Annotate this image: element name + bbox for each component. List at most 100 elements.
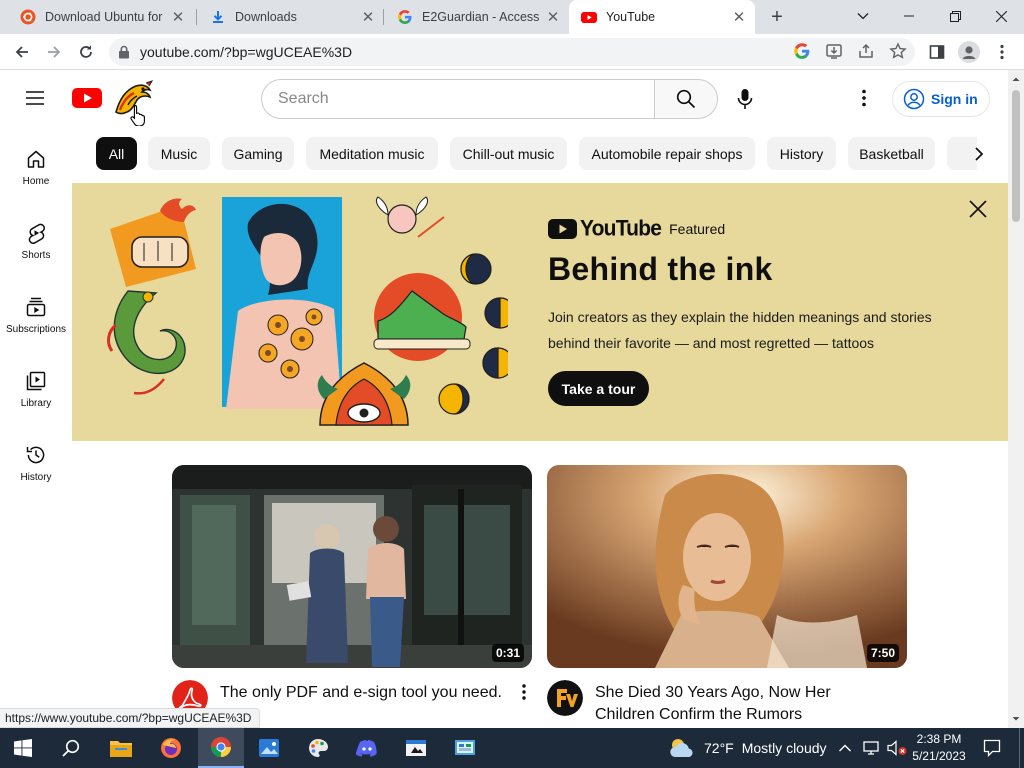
chip-meditation-music[interactable]: Meditation music [306, 137, 438, 170]
minimize-icon [904, 15, 914, 17]
take-a-tour-button[interactable]: Take a tour [548, 371, 649, 406]
subscriptions-icon [26, 297, 46, 317]
ubuntu-icon [20, 9, 36, 25]
youtube-logo-icon [548, 219, 577, 239]
home-icon [27, 150, 45, 168]
video-action-menu[interactable] [522, 684, 526, 700]
tab-title: Downloads [235, 10, 297, 24]
video-card[interactable]: 7:50 She Died 30 Years Ago, Now Her Chil… [547, 465, 907, 740]
close-window-button[interactable] [978, 0, 1024, 32]
back-button[interactable] [10, 40, 34, 64]
thumbnail-image [547, 465, 907, 668]
tab-title: Download Ubuntu for | [45, 10, 164, 24]
search-icon [62, 739, 80, 757]
video-card[interactable]: 0:31 The only PDF and e-sign tool you ne… [172, 465, 532, 740]
tab-close-icon[interactable]: ✕ [545, 9, 561, 26]
search-input[interactable]: Search [261, 79, 655, 119]
chip-all[interactable]: All [96, 137, 137, 170]
voice-search-button[interactable] [734, 87, 756, 111]
page-scrollbar[interactable] [1008, 70, 1024, 728]
chip-automobile-repair-shops[interactable]: Automobile repair shops [579, 137, 755, 170]
chip-chill-out-music[interactable]: Chill-out music [450, 137, 567, 170]
forward-arrow-icon [48, 46, 61, 58]
sidebar-item-shorts[interactable]: Shorts [0, 208, 72, 282]
bookmark-star-icon[interactable] [889, 42, 907, 60]
file-explorer-icon [110, 741, 132, 757]
chip-history[interactable]: History [767, 137, 836, 170]
browser-menu-button[interactable] [990, 40, 1014, 64]
taskbar-clock[interactable]: 2:38 PM 5/21/2023 [906, 731, 972, 765]
start-button[interactable] [0, 728, 46, 768]
network-icon[interactable] [862, 740, 880, 756]
sidebar-item-history[interactable]: History [0, 430, 72, 504]
profile-button[interactable] [957, 40, 981, 64]
taskbar-file-explorer[interactable] [98, 728, 144, 768]
chip-basketball[interactable]: Basketball [848, 137, 935, 170]
youtube-doodle[interactable] [110, 80, 156, 126]
tab-close-icon[interactable]: ✕ [360, 9, 376, 26]
tab-search-button[interactable] [840, 0, 886, 32]
banner-close-button[interactable] [968, 199, 988, 219]
video-thumbnail[interactable]: 0:31 [172, 465, 532, 668]
scroll-down-arrow-icon[interactable] [1008, 713, 1024, 725]
taskbar-paint[interactable] [295, 728, 341, 768]
control-panel-icon [455, 740, 475, 755]
tab-close-icon[interactable]: ✕ [170, 9, 186, 26]
taskbar-search-button[interactable] [48, 728, 94, 768]
weather-temperature: 72°F [704, 740, 734, 756]
reload-button[interactable] [74, 40, 98, 64]
account-circle-icon [903, 88, 925, 110]
chip-music[interactable]: Music [148, 137, 210, 170]
guide-menu-button[interactable] [24, 87, 46, 109]
taskbar-app-window[interactable] [393, 728, 439, 768]
volume-muted-icon[interactable] [886, 740, 908, 756]
sidebar-item-subscriptions[interactable]: Subscriptions [0, 282, 72, 356]
scroll-up-arrow-icon[interactable] [1008, 73, 1024, 85]
chip-gaming[interactable]: Gaming [222, 137, 294, 170]
chevron-down-icon [857, 13, 869, 20]
forward-button[interactable] [42, 40, 66, 64]
google-lens-icon[interactable] [793, 42, 811, 60]
chips-next-button[interactable] [965, 140, 993, 168]
tab-e2guardian[interactable]: E2Guardian - Access D ✕ [385, 0, 569, 34]
lock-icon[interactable] [118, 45, 130, 59]
system-tray [838, 728, 908, 768]
share-icon[interactable] [857, 42, 875, 60]
video-thumbnail[interactable]: 7:50 [547, 465, 907, 668]
minimize-button[interactable] [886, 0, 932, 32]
taskbar-chrome[interactable] [198, 728, 244, 768]
taskbar-control-panel[interactable] [442, 728, 488, 768]
tab-youtube[interactable]: YouTube ✕ [569, 0, 755, 34]
channel-avatar[interactable] [547, 680, 583, 716]
taskbar-firefox[interactable] [148, 728, 194, 768]
sidebar-item-home[interactable]: Home [0, 134, 72, 208]
banner-brand: YouTube Featured [548, 216, 725, 241]
show-desktop-button[interactable] [1019, 728, 1024, 768]
chevron-up-icon[interactable] [838, 743, 852, 753]
sign-in-button[interactable]: Sign in [892, 81, 990, 117]
chevron-right-icon [975, 147, 984, 161]
notifications-button[interactable] [972, 728, 1012, 768]
scrollbar-thumb[interactable] [1012, 90, 1020, 222]
new-tab-button[interactable]: + [767, 6, 787, 28]
sidebar-item-library[interactable]: Library [0, 356, 72, 430]
search-button[interactable] [654, 79, 718, 119]
taskbar-photos[interactable] [246, 728, 292, 768]
url-text: youtube.com/?bp=wgUCEAE%3D [140, 44, 353, 60]
video-title[interactable]: She Died 30 Years Ago, Now Her Children … [595, 682, 883, 726]
tab-ubuntu[interactable]: Download Ubuntu for | ✕ [8, 0, 194, 34]
taskbar-discord[interactable] [344, 728, 390, 768]
youtube-logo[interactable] [72, 87, 102, 109]
microphone-icon [737, 89, 753, 109]
address-bar[interactable]: youtube.com/?bp=wgUCEAE%3D [109, 38, 915, 66]
settings-menu-button[interactable] [853, 87, 875, 109]
tab-downloads[interactable]: Downloads ✕ [198, 0, 384, 34]
tab-separator [383, 9, 384, 25]
side-panel-button[interactable] [925, 40, 949, 64]
tab-close-icon[interactable]: ✕ [731, 9, 747, 26]
restore-button[interactable] [932, 0, 978, 32]
install-app-icon[interactable] [825, 42, 843, 60]
close-icon [995, 10, 1007, 22]
video-title[interactable]: The only PDF and e-sign tool you need. [220, 682, 508, 704]
weather-widget[interactable]: 72°F Mostly cloudy [668, 728, 827, 768]
